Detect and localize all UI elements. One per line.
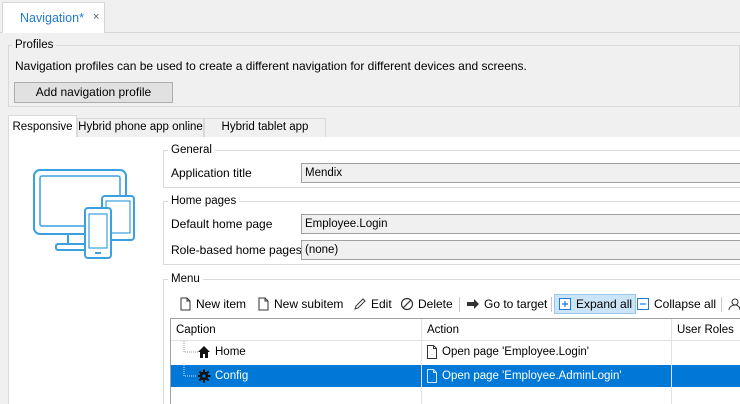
role-based-home-pages-field[interactable]: (none) xyxy=(301,240,740,260)
default-home-page-label: Default home page xyxy=(171,217,273,231)
user-roles-icon[interactable] xyxy=(727,297,740,311)
tab-responsive[interactable]: Responsive xyxy=(8,115,77,138)
delete-button[interactable]: Delete xyxy=(400,293,453,315)
home-pages-group-label: Home pages xyxy=(168,195,240,207)
expand-all-button[interactable]: Expand all xyxy=(554,294,637,314)
devices-illustration-icon xyxy=(33,169,135,259)
toolbar-separator xyxy=(459,297,460,312)
general-group-label: General xyxy=(168,144,215,156)
menu-items-grid[interactable]: Caption Action User Roles Home Open page… xyxy=(170,318,740,404)
collapse-icon xyxy=(637,298,649,310)
column-separator xyxy=(671,341,672,404)
menu-row-home-caption: Home xyxy=(197,341,246,363)
action-text: Open page 'Employee.AdminLogin' xyxy=(442,370,622,382)
new-item-button[interactable]: New item xyxy=(178,293,246,315)
application-title-label: Application title xyxy=(171,166,252,180)
application-title-field[interactable]: Mendix xyxy=(301,163,740,183)
caption-text: Home xyxy=(215,346,246,358)
profiles-description: Navigation profiles can be used to creat… xyxy=(15,59,527,73)
menu-row-config-caption: Config xyxy=(197,365,248,387)
column-header-action[interactable]: Action xyxy=(422,319,672,341)
menu-row-config[interactable]: Config Open page 'Employee.AdminLogin' xyxy=(171,363,740,387)
new-subitem-label: New subitem xyxy=(274,297,344,311)
gear-icon xyxy=(197,369,211,383)
caption-text: Config xyxy=(215,370,249,382)
new-document-icon xyxy=(258,297,269,311)
edit-button[interactable]: Edit xyxy=(353,293,392,315)
go-to-target-label: Go to target xyxy=(484,297,548,311)
menu-row-home[interactable]: Home Open page 'Employee.Login' xyxy=(171,341,740,363)
delete-label: Delete xyxy=(418,297,453,311)
menu-row-home-action: Open page 'Employee.Login' xyxy=(426,341,589,363)
go-to-target-button[interactable]: Go to target xyxy=(466,293,547,315)
new-subitem-button[interactable]: New subitem xyxy=(256,293,343,315)
document-tabstrip: Navigation* × xyxy=(0,0,740,33)
close-icon[interactable]: × xyxy=(93,11,99,23)
new-document-icon xyxy=(180,297,191,311)
toolbar-separator xyxy=(721,297,722,312)
new-item-label: New item xyxy=(196,297,247,311)
arrow-right-icon xyxy=(467,299,479,309)
column-header-user-roles[interactable]: User Roles xyxy=(672,319,740,341)
home-icon xyxy=(198,346,210,358)
delete-icon xyxy=(400,297,414,311)
profiles-group-label: Profiles xyxy=(12,39,57,51)
page-icon xyxy=(427,369,437,383)
collapse-all-label: Collapse all xyxy=(654,297,717,311)
action-text: Open page 'Employee.Login' xyxy=(442,346,589,358)
page-icon xyxy=(427,345,437,359)
tab-hybrid-tablet-app-online[interactable]: Hybrid tablet app online xyxy=(204,118,326,150)
add-navigation-profile-button[interactable]: Add navigation profile xyxy=(14,82,173,103)
default-home-page-field[interactable]: Employee.Login xyxy=(301,214,740,234)
column-separator xyxy=(421,341,422,404)
expand-icon xyxy=(559,298,571,310)
role-based-home-pages-label: Role-based home pages xyxy=(171,243,302,257)
edit-label: Edit xyxy=(371,297,392,311)
collapse-all-button[interactable]: Collapse all xyxy=(636,293,716,315)
document-tab-title: Navigation* xyxy=(20,11,84,25)
pencil-icon xyxy=(354,298,366,310)
document-tab-navigation[interactable]: Navigation* × xyxy=(2,2,105,33)
toolbar-separator xyxy=(551,297,552,312)
menu-row-config-action: Open page 'Employee.AdminLogin' xyxy=(426,365,622,387)
column-header-caption[interactable]: Caption xyxy=(171,319,422,341)
menu-group-label: Menu xyxy=(168,273,203,285)
tab-hybrid-phone-app-online[interactable]: Hybrid phone app online xyxy=(77,118,204,137)
expand-all-label: Expand all xyxy=(576,297,633,311)
